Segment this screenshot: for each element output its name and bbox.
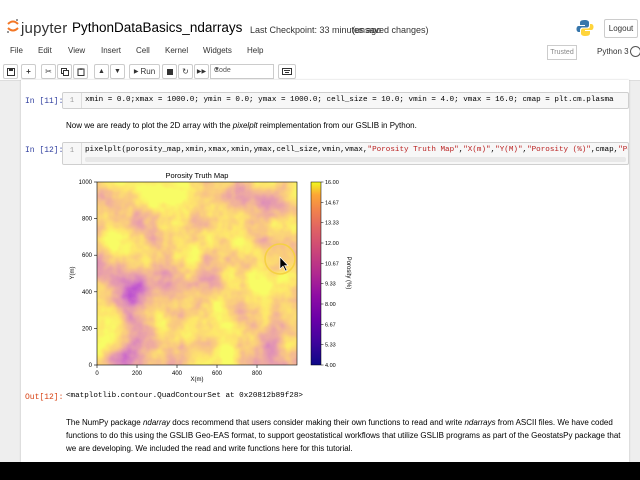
y-tick-label: 800 [82,217,93,223]
code-cell[interactable]: 1 xmin = 0.0;xmax = 1000.0; ymin = 0.0; … [62,92,629,109]
jupyter-logo-text[interactable]: jupyter [21,20,67,37]
markdown-text: Now we are ready to plot the 2D array wi… [66,121,417,130]
menu-file[interactable]: File [10,46,23,55]
input-prompt: In [11]: [25,97,64,106]
jupyter-app: jupyter PythonDataBasics_ndarrays Last C… [0,0,640,462]
save-button[interactable] [3,64,18,79]
restart-icon: ↻ [182,67,189,76]
menubar: File Edit View Insert Cell Kernel Widget… [0,42,640,63]
restart-button[interactable]: ↻ [178,64,193,79]
colorbar-tick-label: 5.33 [325,343,336,349]
fast-forward-icon: ▶▶ [196,69,207,75]
x-tick-label: 0 [95,371,99,377]
save-icon [6,67,15,76]
stop-icon [166,68,173,75]
colorbar-tick-label: 6.67 [325,322,336,328]
markdown-line: The NumPy package ndarray docs recommend… [66,418,613,427]
colorbar [310,181,322,366]
copy-icon [60,67,69,76]
jupyter-logo-icon[interactable] [6,18,20,39]
trusted-badge[interactable]: Trusted [547,45,577,60]
menu-view[interactable]: View [68,46,85,55]
colorbar-tick-label: 10.67 [325,261,339,267]
chart-title: Porosity Truth Map [166,171,229,180]
menu-insert[interactable]: Insert [101,46,121,55]
notebook-title[interactable]: PythonDataBasics_ndarrays [72,20,242,35]
output-prompt: Out[12]: [25,393,64,402]
paste-icon [77,67,84,76]
run-label: Run [140,67,156,76]
menu-widgets[interactable]: Widgets [203,46,232,55]
menu-edit[interactable]: Edit [38,46,52,55]
run-icon: ▶ [133,69,139,75]
x-tick-label: 800 [252,371,263,377]
markdown-text: The NumPy package ndarray docs recommend… [66,416,626,455]
y-tick-label: 1000 [79,180,93,186]
cut-icon: ✂ [45,67,52,76]
logout-button[interactable]: Logout [604,19,638,38]
colorbar-tick-label: 8.00 [325,302,336,308]
colorbar-tick-label: 14.67 [325,200,339,206]
y-axis-label: Y(m) [70,267,76,280]
chevron-down-icon: ▼ [214,67,220,73]
interrupt-button[interactable] [162,64,177,79]
menu-help[interactable]: Help [247,46,263,55]
colorbar-tick-label: 13.33 [325,221,339,227]
kernel-status-icon [630,46,640,57]
y-tick-label: 0 [89,363,93,369]
colorbar-label: Porosity (%) [345,257,351,290]
arrow-up-icon: ▲ [98,68,105,75]
move-up-button[interactable]: ▲ [94,64,109,79]
markdown-line: we are developing. We included the read … [66,444,353,453]
unsaved-status: (unsaved changes) [352,25,429,35]
porosity-figure: Porosity Truth Map 0 200 400 600 800 0 200 400… [66,169,366,384]
header: jupyter PythonDataBasics_ndarrays Last C… [0,0,640,42]
paste-button[interactable] [73,64,88,79]
line-number: 1 [63,93,82,108]
plus-icon: + [26,67,31,76]
colorbar-tick-label: 12.00 [325,241,339,247]
heatmap-chart: Porosity Truth Map 0 200 400 600 800 0 200 400… [70,171,351,383]
copy-button[interactable] [57,64,72,79]
command-palette-button[interactable] [278,64,296,79]
move-down-button[interactable]: ▼ [110,64,125,79]
bottom-black-bar [0,462,640,480]
colorbar-tick-label: 9.33 [325,282,336,288]
toolbar: + ✂ ▲ ▼ ▶ Run ↻ ▶▶ [0,62,640,81]
cell-type-select[interactable]: Code ▼ [210,64,274,79]
x-axis-label: X(m) [191,377,204,383]
colorbar-tick-label: 16.00 [325,180,339,186]
python-logo-icon [576,19,594,42]
restart-run-all-button[interactable]: ▶▶ [194,64,209,79]
code-cell[interactable]: 1 pixelplt(porosity_map,xmin,xmax,xmin,y… [62,142,629,165]
y-tick-label: 600 [82,253,93,259]
y-tick-label: 200 [82,326,93,332]
keyboard-icon [282,68,292,75]
line-number: 1 [63,143,82,164]
code-line: xmin = 0.0;xmax = 1000.0; ymin = 0.0; ym… [85,96,614,104]
menu-cell[interactable]: Cell [136,46,150,55]
horizontal-scrollbar[interactable] [85,157,626,162]
output-text: <matplotlib.contour.QuadContourSet at 0x… [66,392,303,400]
colorbar-tick-label: 4.00 [325,363,336,369]
input-prompt: In [12]: [25,146,64,155]
heatmap-field [97,182,297,365]
x-tick-label: 200 [132,371,143,377]
markdown-line: functions to do this using the GSLIB Geo… [66,431,621,440]
run-button[interactable]: ▶ Run [129,64,160,79]
insert-cell-button[interactable]: + [21,64,36,79]
cut-button[interactable]: ✂ [41,64,56,79]
menu-kernel[interactable]: Kernel [165,46,188,55]
x-tick-label: 400 [172,371,183,377]
code-line: pixelplt(porosity_map,xmin,xmax,xmin,yma… [85,146,628,154]
y-tick-label: 400 [82,290,93,296]
x-tick-label: 600 [212,371,223,377]
arrow-down-icon: ▼ [114,68,121,75]
kernel-name: Python 3 [597,47,629,56]
